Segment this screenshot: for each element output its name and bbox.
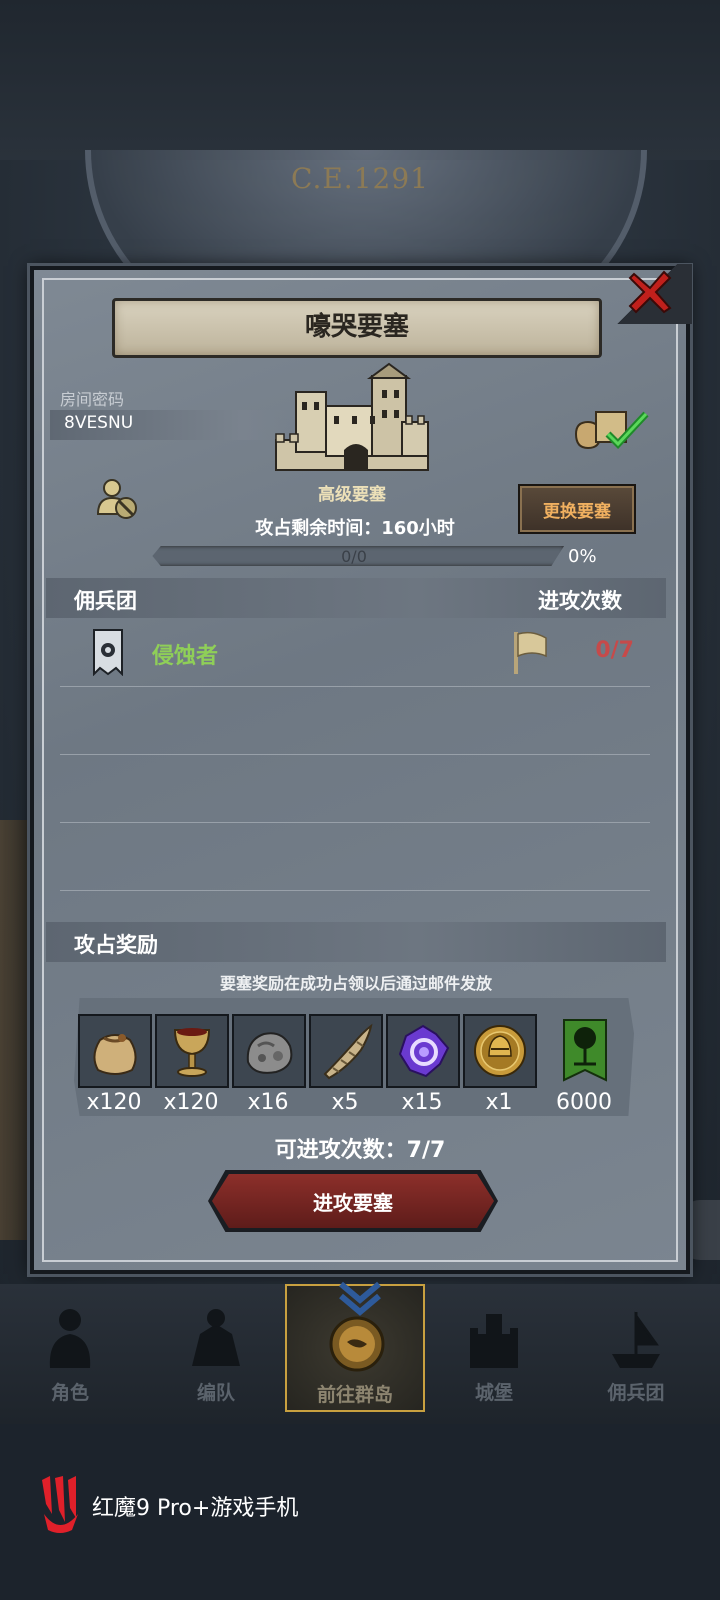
reward-qty: 6000: [556, 1090, 612, 1115]
reward-item[interactable]: x120: [78, 1014, 152, 1115]
scene-left-edge: [0, 820, 30, 1240]
row-divider: [60, 822, 650, 823]
close-button[interactable]: [628, 270, 672, 314]
reward-item[interactable]: x120: [155, 1014, 229, 1115]
fortress-level: 高级要塞: [318, 485, 386, 505]
tree-banner-icon: [563, 1019, 607, 1082]
ore-icon: [246, 1032, 293, 1074]
room-code-label: 房间密码: [60, 390, 125, 409]
compass-map-icon: [329, 1316, 385, 1372]
reward-item[interactable]: 6000: [548, 1014, 620, 1115]
reward-item[interactable]: x15: [386, 1014, 460, 1115]
reward-item[interactable]: x5: [309, 1014, 383, 1115]
nav-label: 佣兵团: [607, 1382, 665, 1404]
dialog-title: 嚎哭要塞: [304, 312, 409, 342]
rewards-note: 要塞奖励在成功占领以后通过邮件发放: [219, 974, 492, 993]
reward-qty: x120: [86, 1090, 142, 1115]
attack-fortress-button[interactable]: 进攻要塞: [212, 1174, 494, 1228]
mercenary-banner-icon: [93, 629, 123, 676]
reward-item[interactable]: x1: [463, 1014, 537, 1115]
reward-item[interactable]: x16: [232, 1014, 306, 1115]
castle-icon: [470, 1314, 518, 1368]
reward-qty: x1: [485, 1090, 513, 1115]
mercenary-ship-icon: [612, 1311, 660, 1368]
helmet-coin-icon: [474, 1025, 526, 1077]
nav-item-castle[interactable]: 城堡: [424, 1284, 564, 1412]
progress-percent: 0%: [568, 546, 597, 567]
era-label: C.E.1291: [291, 162, 429, 195]
chevron-down-icon: [339, 1281, 381, 1316]
nav-item-formation[interactable]: 编队: [146, 1284, 286, 1412]
mercenary-name[interactable]: 侵蚀者: [152, 638, 218, 670]
goblet-icon: [173, 1028, 211, 1077]
nav-label: 城堡: [474, 1382, 513, 1404]
fortress-icon: [275, 362, 429, 471]
close-icon: [628, 270, 672, 314]
nav-item-character[interactable]: 角色: [0, 1284, 140, 1412]
knight-icon: [49, 1309, 91, 1368]
nav-label: 编队: [196, 1382, 235, 1404]
row-divider: [60, 890, 650, 891]
mercenary-attack-count: 0/7: [595, 638, 634, 663]
device-watermark-text: 红魔9 Pro+游戏手机: [92, 1496, 299, 1521]
nav-item-mercenary[interactable]: 佣兵团: [566, 1284, 706, 1412]
nav-label: 角色: [50, 1382, 89, 1404]
reward-qty: x15: [401, 1090, 443, 1115]
sack-icon: [93, 1034, 137, 1075]
purple-gem-icon: [398, 1024, 450, 1078]
supply-check-icon: [574, 411, 649, 450]
flag-icon: [514, 631, 547, 674]
swap-fortress-button[interactable]: 更换要塞: [518, 484, 636, 534]
reward-qty: x16: [247, 1090, 289, 1115]
progress-text: 0/0: [341, 547, 367, 566]
attack-count-header: 进攻次数: [538, 589, 622, 613]
top-background: [0, 0, 720, 160]
row-divider: [60, 754, 650, 755]
horn-icon: [323, 1023, 373, 1080]
remaining-attempts: 可进攻次数：7/7: [274, 1138, 446, 1163]
rewards-header: 攻占奖励: [74, 933, 158, 957]
redmagic-logo-icon: [42, 1476, 78, 1533]
formation-icon: [192, 1309, 240, 1366]
room-code: 8VESNU: [64, 413, 134, 433]
reward-qty: x5: [331, 1090, 359, 1115]
reward-qty: x120: [163, 1090, 219, 1115]
mercenary-header: 佣兵团: [74, 589, 137, 613]
no-player-icon: [96, 479, 137, 519]
row-divider: [60, 686, 650, 687]
occupy-time-remaining: 攻占剩余时间：160小时: [255, 518, 455, 539]
nav-label: 前往群岛: [316, 1384, 393, 1406]
